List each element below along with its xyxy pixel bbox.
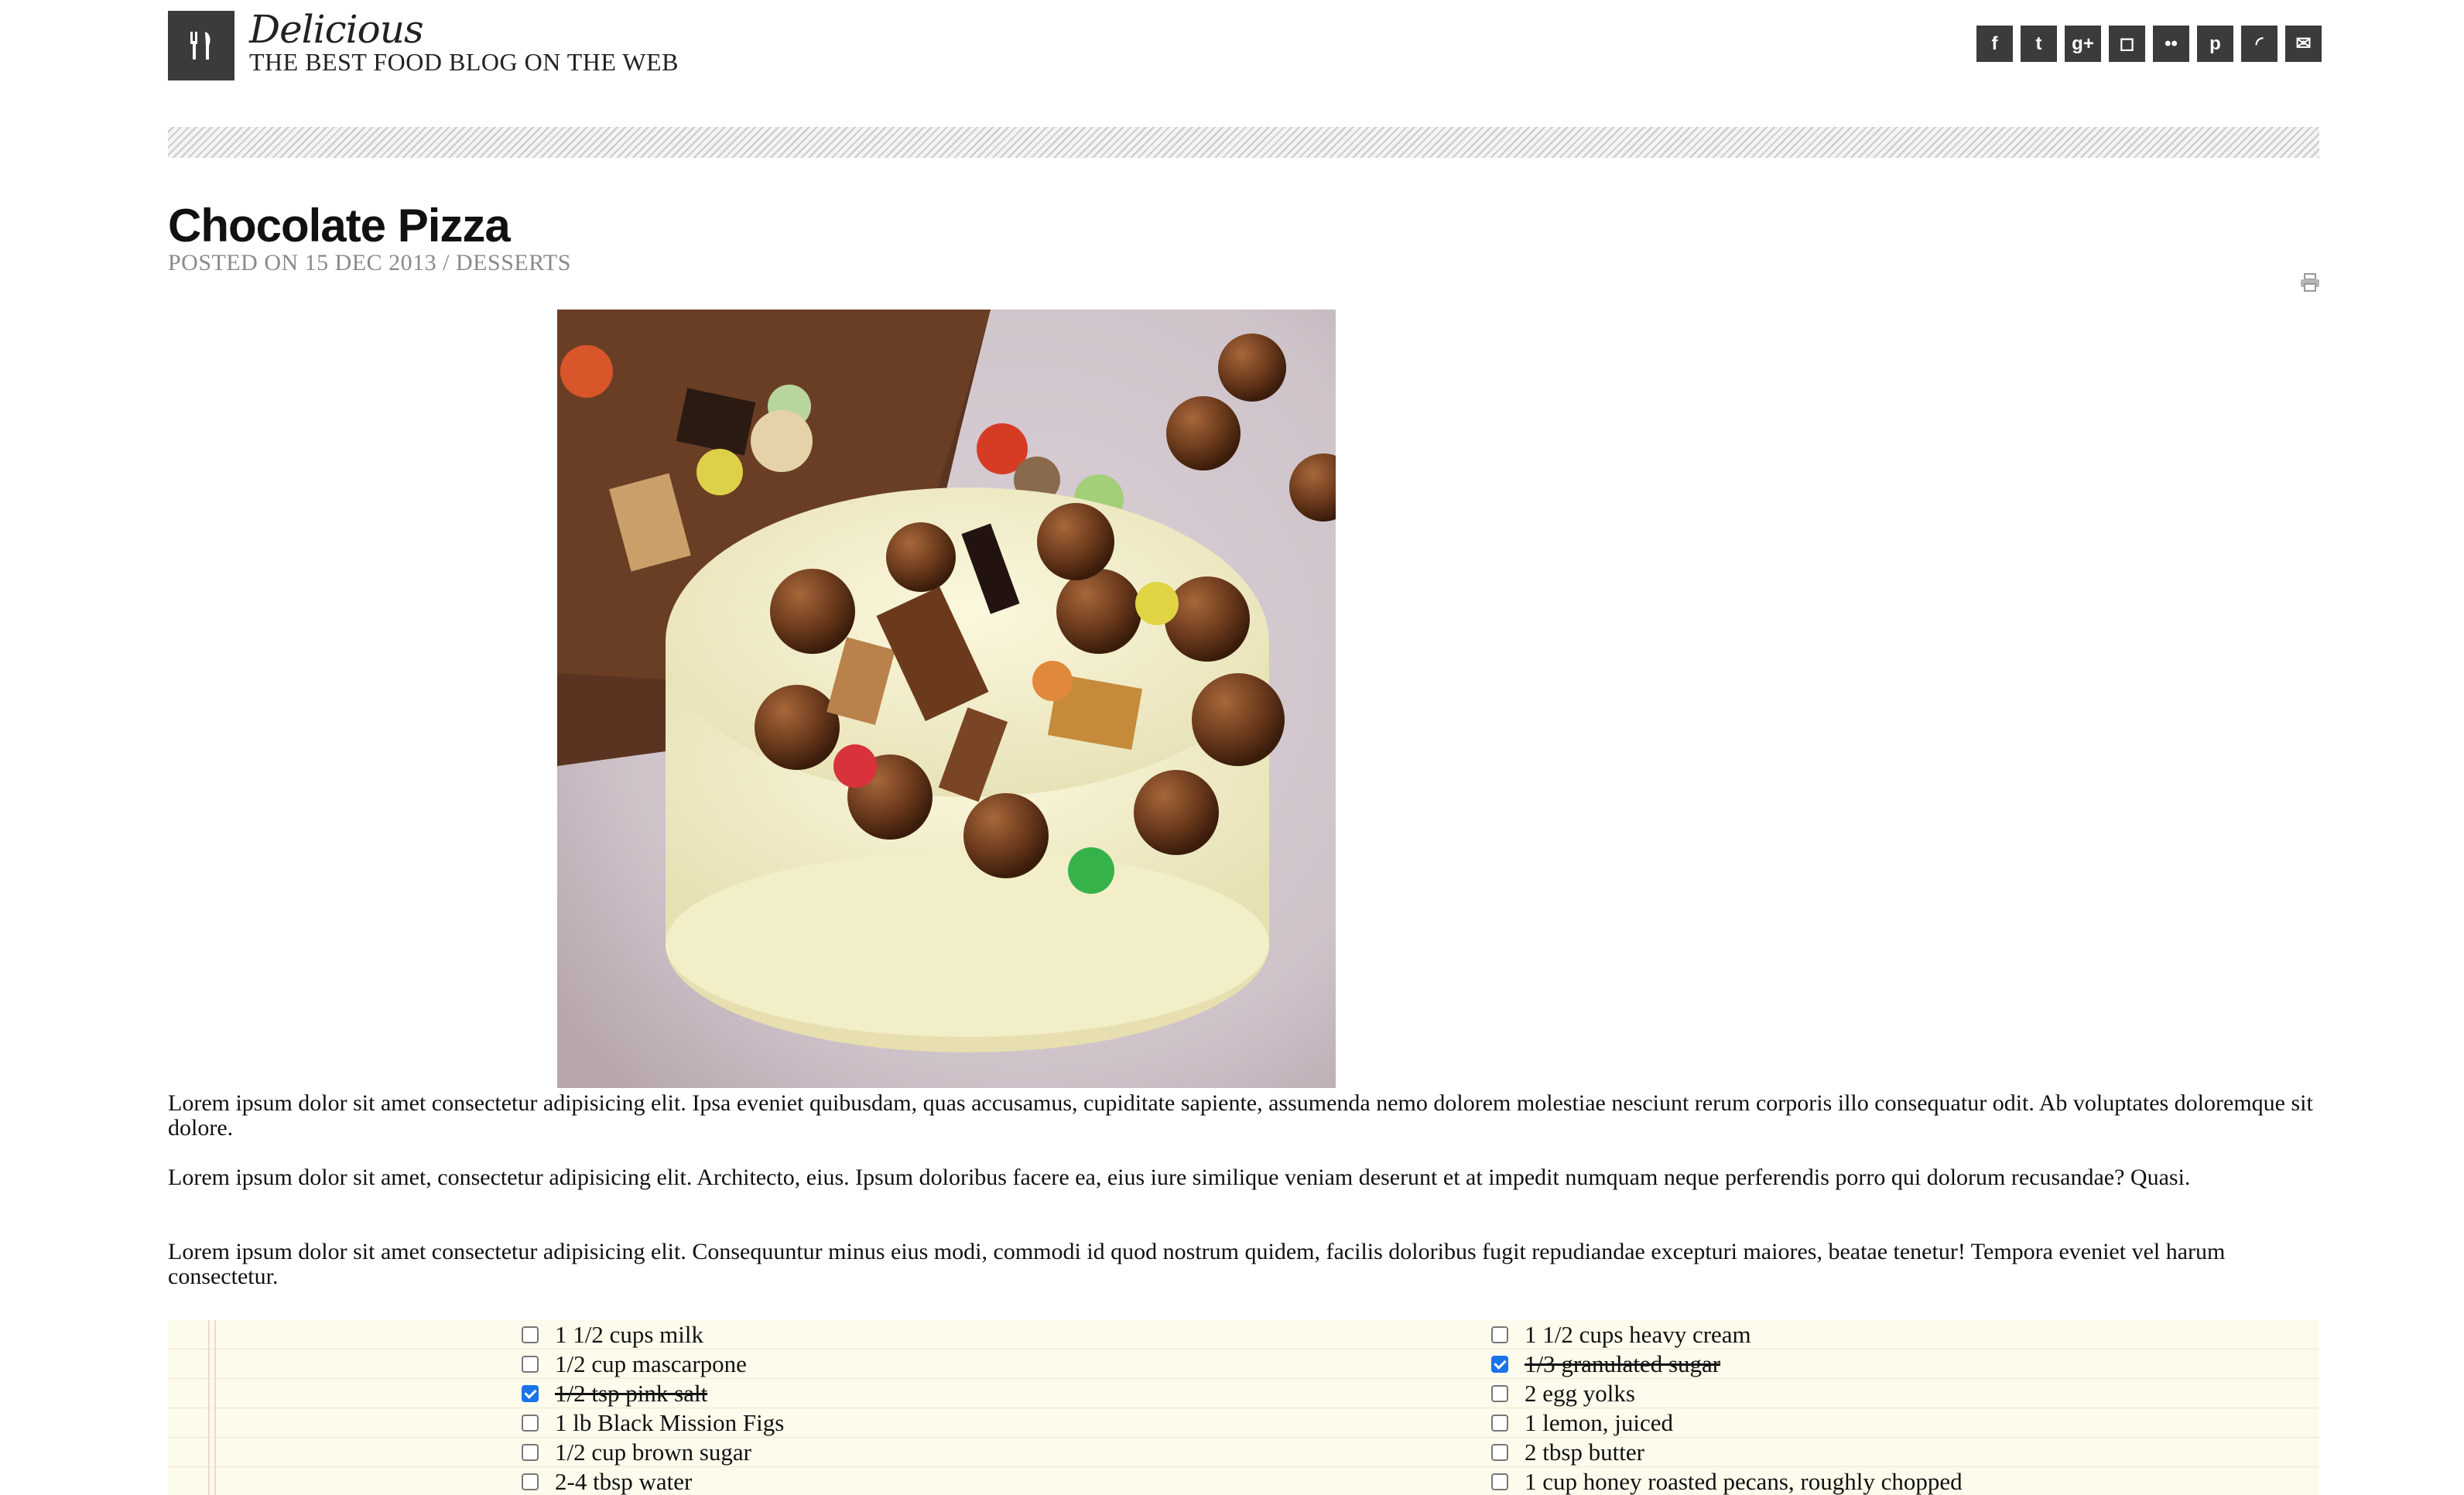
google-plus-icon[interactable]: g+ <box>2065 26 2101 62</box>
checkbox[interactable] <box>1491 1326 1508 1343</box>
post-paragraph-1: Lorem ipsum dolor sit amet consectetur a… <box>168 1090 2313 1141</box>
site-tagline: THE BEST FOOD BLOG ON THE WEB <box>249 48 679 76</box>
checkbox[interactable] <box>522 1473 539 1490</box>
ingredient-label: 1/2 tsp pink salt <box>555 1380 708 1407</box>
checkbox[interactable] <box>522 1356 539 1373</box>
ingredient-label: 1/3 granulated sugar <box>1525 1350 1721 1377</box>
ingredients-column-left: 1 1/2 cups milk 1/2 cup mascarpone 1/2 tsp… <box>522 1320 784 1495</box>
facebook-icon[interactable]: f <box>1976 26 2013 62</box>
header-divider <box>168 127 2319 158</box>
checkbox[interactable] <box>522 1326 539 1343</box>
post-paragraph-2: Lorem ipsum dolor sit amet, consectetur … <box>168 1165 2191 1190</box>
email-icon[interactable]: ✉ <box>2285 26 2322 62</box>
print-icon[interactable] <box>2300 273 2320 292</box>
ingredient-label: 2-4 tbsp water <box>555 1468 693 1495</box>
ingredient-item[interactable]: 1 1/2 cups heavy cream <box>1491 1320 1963 1350</box>
pinterest-icon[interactable]: p <box>2197 26 2233 62</box>
twitter-icon[interactable]: t <box>2021 26 2057 62</box>
checkbox[interactable] <box>1491 1415 1508 1432</box>
checkbox[interactable] <box>1491 1385 1508 1402</box>
ingredient-item[interactable]: 1 lb Black Mission Figs <box>522 1408 784 1438</box>
logo-box[interactable] <box>168 11 234 80</box>
page: Delicious THE BEST FOOD BLOG ON THE WEB … <box>0 0 2464 1495</box>
ingredient-item[interactable]: 1 1/2 cups milk <box>522 1320 784 1350</box>
ingredient-item[interactable]: 1 lemon, juiced <box>1491 1408 1963 1438</box>
ingredient-label: 1/2 cup mascarpone <box>555 1350 747 1377</box>
instagram-icon[interactable]: ◻ <box>2109 26 2145 62</box>
ingredient-item[interactable]: 1/2 cup mascarpone <box>522 1350 784 1379</box>
ingredient-item[interactable]: 1/2 tsp pink salt <box>522 1379 784 1408</box>
ingredients-list: 1 1/2 cups milk 1/2 cup mascarpone 1/2 tsp… <box>168 1320 2319 1495</box>
ingredient-item[interactable]: 1/3 granulated sugar <box>1491 1350 1963 1379</box>
checkbox[interactable] <box>1491 1444 1508 1461</box>
ingredient-label: 2 egg yolks <box>1525 1380 1635 1407</box>
fork-knife-icon <box>190 32 210 60</box>
notepad-margin-line <box>208 1320 210 1495</box>
checkbox[interactable] <box>522 1415 539 1432</box>
notepad-margin-line <box>214 1320 216 1495</box>
checkbox-checked[interactable] <box>522 1385 539 1402</box>
ingredient-item[interactable]: 2 egg yolks <box>1491 1379 1963 1408</box>
rss-icon[interactable]: ◜ <box>2241 26 2277 62</box>
ingredient-label: 1 1/2 cups heavy cream <box>1525 1321 1751 1348</box>
ingredient-label: 1 lemon, juiced <box>1525 1409 1673 1436</box>
post-title: Chocolate Pizza <box>168 200 511 251</box>
post-meta: POSTED ON 15 DEC 2013 / DESSERTS <box>168 250 571 275</box>
ingredient-label: 1 lb Black Mission Figs <box>555 1409 785 1436</box>
checkbox[interactable] <box>522 1444 539 1461</box>
ingredient-label: 1/2 cup brown sugar <box>555 1439 751 1466</box>
checkbox-checked[interactable] <box>1491 1356 1508 1373</box>
post-hero-image <box>557 310 1336 1088</box>
ingredient-label: 1 1/2 cups milk <box>555 1321 704 1348</box>
social-links: f t g+ ◻ •• p ◜ ✉ <box>1976 26 2322 62</box>
checkbox[interactable] <box>1491 1473 1508 1490</box>
ingredient-item[interactable]: 2-4 tbsp water <box>522 1467 784 1495</box>
ingredient-label: 1 cup honey roasted pecans, roughly chop… <box>1525 1468 1963 1495</box>
ingredient-item[interactable]: 1/2 cup brown sugar <box>522 1438 784 1467</box>
flickr-icon[interactable]: •• <box>2153 26 2189 62</box>
ingredient-item[interactable]: 1 cup honey roasted pecans, roughly chop… <box>1491 1467 1963 1495</box>
ingredient-item[interactable]: 2 tbsp butter <box>1491 1438 1963 1467</box>
post-paragraph-3: Lorem ipsum dolor sit amet consectetur a… <box>168 1239 2226 1289</box>
ingredients-column-right: 1 1/2 cups heavy cream 1/3 granulated sug… <box>1491 1320 1963 1495</box>
ingredient-label: 2 tbsp butter <box>1525 1439 1644 1466</box>
